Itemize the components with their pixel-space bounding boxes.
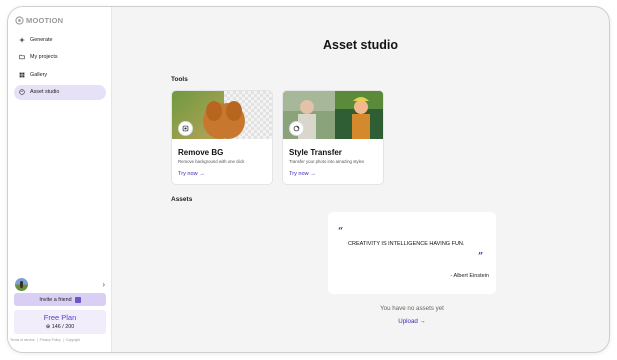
invite-friend-button[interactable]: Invite a friend <box>14 293 106 306</box>
footer-separator: | <box>62 338 64 342</box>
remove-bg-icon <box>178 121 193 136</box>
app-window: MOOTION Generate My projects Gallery Ass… <box>7 6 610 353</box>
tools-heading: Tools <box>171 76 188 83</box>
card-description: Transfer your photo into amazing styles <box>289 159 365 164</box>
folder-icon <box>19 54 25 60</box>
try-now-link[interactable]: Try now → <box>178 171 205 177</box>
try-now-link[interactable]: Try now → <box>289 171 316 177</box>
copyright-link[interactable]: Copyright <box>66 338 81 342</box>
credits-value: 146 / 200 <box>51 324 75 330</box>
upload-link[interactable]: Upload → <box>328 318 496 325</box>
terms-link[interactable]: Terms of service <box>10 338 35 342</box>
sidebar-nav: Generate My projects Gallery Asset studi… <box>14 32 106 102</box>
plan-title: Free Plan <box>43 313 77 322</box>
tool-card-remove-bg[interactable]: Remove BG Remove background with one cli… <box>171 90 273 185</box>
sidebar: MOOTION Generate My projects Gallery Ass… <box>8 7 112 352</box>
palette-icon <box>19 89 25 95</box>
brand-name: MOOTION <box>26 16 64 25</box>
page-title: Asset studio <box>322 38 398 52</box>
brand-logo[interactable]: MOOTION <box>15 16 63 25</box>
style-transfer-icon <box>289 121 304 136</box>
sidebar-item-label: Asset studio <box>30 89 60 95</box>
quote-card <box>328 212 496 294</box>
transparent-checker <box>211 91 272 139</box>
footer-separator: | <box>36 338 38 342</box>
card-title: Style Transfer <box>289 148 342 157</box>
quote-close-icon: ” <box>478 252 484 262</box>
credits-icon: ⊕ <box>45 324 51 330</box>
logo-icon <box>15 16 24 25</box>
sidebar-item-asset-studio[interactable]: Asset studio <box>14 84 106 100</box>
sidebar-item-generate[interactable]: Generate <box>14 32 106 47</box>
footer-links: Terms of service | Privacy Policy | Copy… <box>10 338 110 342</box>
sidebar-item-my-projects[interactable]: My projects <box>14 50 106 65</box>
main-content: Asset studio Tools Remove BG Remove back… <box>112 7 609 352</box>
quote-author: - Albert Einstein <box>450 273 489 279</box>
privacy-link[interactable]: Privacy Policy <box>40 338 61 342</box>
sidebar-item-label: Generate <box>30 36 53 43</box>
grid-icon <box>19 72 25 77</box>
gift-icon <box>74 296 81 303</box>
avatar[interactable] <box>15 277 28 291</box>
tool-card-style-transfer[interactable]: Style Transfer Transfer your photo into … <box>282 90 384 185</box>
plan-card[interactable]: Free Plan ⊕ 146 / 200 <box>14 310 106 334</box>
assets-heading: Assets <box>171 196 193 203</box>
plan-credits: ⊕ 146 / 200 <box>14 324 106 330</box>
card-title: Remove BG <box>178 148 224 157</box>
quote-open-icon: “ <box>338 227 344 237</box>
sidebar-item-gallery[interactable]: Gallery <box>14 67 106 82</box>
profile-row[interactable]: › <box>15 277 105 291</box>
card-description: Remove background with one click <box>178 159 245 164</box>
sparkle-icon <box>19 36 25 43</box>
invite-label: Invite a friend <box>39 296 72 303</box>
sidebar-item-label: My projects <box>30 54 58 60</box>
chevron-right-icon[interactable]: › <box>102 280 105 289</box>
empty-assets-text: You have no assets yet <box>380 305 444 312</box>
quote-text: CREATIVITY IS INTELLIGENCE HAVING FUN. <box>348 241 465 247</box>
sidebar-item-label: Gallery <box>30 71 48 78</box>
